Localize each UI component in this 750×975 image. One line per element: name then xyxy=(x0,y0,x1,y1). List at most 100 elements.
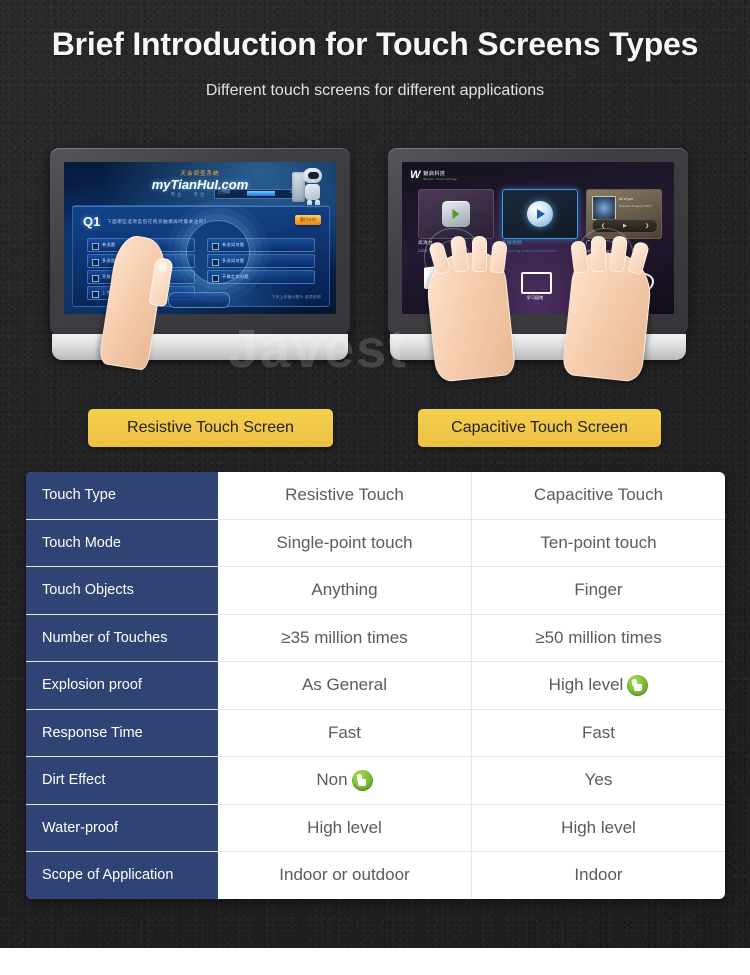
table-cell-value: Non xyxy=(316,770,348,790)
survey-progress-label: 已完成 xyxy=(218,189,230,194)
table-cell-capacitive: Fast xyxy=(471,709,725,756)
table-cell-value: Indoor xyxy=(574,865,623,885)
table-cell-value: Fast xyxy=(327,722,362,742)
table-row: Number of Touches ≥35 million times ≥50 mi… xyxy=(26,614,725,662)
comparison-table: Touch Type Resistive Touch Capacitive Touc… xyxy=(26,472,725,899)
table-cell-capacitive: Finger xyxy=(471,567,725,614)
finger xyxy=(591,236,606,272)
table-cell-resistive: Indoor or outdoor xyxy=(218,852,471,899)
survey-next-button[interactable] xyxy=(168,292,230,308)
table-row-label: Touch Type xyxy=(26,472,218,519)
table-cell-value: Yes xyxy=(584,770,613,790)
table-row: Scope of Application Indoor or outdoor Ind… xyxy=(26,852,725,899)
media-tile-streaming[interactable] xyxy=(502,189,578,239)
robot-visor xyxy=(308,172,319,179)
table-row: Response Time Fast Fast xyxy=(26,709,725,757)
checkbox-icon[interactable] xyxy=(92,290,99,298)
resistive-monitor-screen: 天会调查系统 myTianHuI.com 专业 · 专注 · 贴心 已完成 30… xyxy=(64,162,336,314)
nav-item-learning[interactable]: 学习园地 xyxy=(518,268,552,300)
fingernail xyxy=(157,262,168,273)
table-cell-value: Fast xyxy=(581,722,616,742)
table-cell-capacitive: ≥50 million times xyxy=(471,614,725,661)
table-row-label: Scope of Application xyxy=(26,852,218,899)
table-cell-value: Indoor or outdoor xyxy=(279,865,410,885)
table-row: Dirt Effect Non Yes xyxy=(26,757,725,805)
table-cell-capacitive: Ten-point touch xyxy=(471,519,725,566)
table-cell-value: Ten-point touch xyxy=(540,532,657,552)
finger xyxy=(472,236,487,272)
table-cell-resistive: Anything xyxy=(218,567,471,614)
next-icon[interactable]: ❯ xyxy=(645,223,649,229)
checkbox-icon[interactable] xyxy=(92,258,99,266)
table-cell-resistive: ≥35 million times xyxy=(218,615,471,662)
play-icon[interactable] xyxy=(527,201,553,227)
table-cell-value: ≥35 million times xyxy=(281,627,408,647)
media-tile-subcaption: Streaming video entertainment xyxy=(502,249,557,253)
thumbs-up-icon xyxy=(627,674,649,696)
album-art-icon xyxy=(592,196,616,220)
page-subtitle: Different touch screens for different ap… xyxy=(205,82,545,99)
table-cell-resistive: Resistive Touch xyxy=(218,472,471,519)
survey-brand-cn: 天会调查系统 xyxy=(180,171,220,177)
table-row: Explosion proof As General High level xyxy=(26,662,725,710)
table-row: Touch Mode Single-point touch Ten-point to… xyxy=(26,519,725,567)
play-pause-icon[interactable]: ▶ xyxy=(623,223,627,229)
resistive-monitor-base xyxy=(52,334,348,360)
survey-question-number: Q1 xyxy=(83,214,101,229)
table-row-label: Response Time xyxy=(26,709,218,756)
table-row: Water-proof High level High level xyxy=(26,804,725,852)
table-cell-resistive: High level xyxy=(218,805,471,852)
table-cell-value: ≥50 million times xyxy=(535,627,662,647)
resistive-monitor: 天会调查系统 myTianHuI.com 专业 · 专注 · 贴心 已完成 30… xyxy=(50,148,350,363)
wuxin-logo-cn: 魅启科技 xyxy=(423,171,446,177)
table-cell-value: Finger xyxy=(574,580,623,600)
table-row-label: Number of Touches xyxy=(26,614,218,661)
survey-question-text: 下面哪些选项是您在购买触摸屏时最关注的？ xyxy=(107,219,209,224)
table-cell-capacitive: High level xyxy=(471,804,725,851)
table-cell-capacitive: High level xyxy=(471,662,725,709)
table-cell-value: Anything xyxy=(311,580,378,600)
thumbs-up-icon xyxy=(351,769,373,791)
table-cell-resistive: Fast xyxy=(218,710,471,757)
table-row-label: Touch Mode xyxy=(26,519,218,566)
table-cell-value: High level xyxy=(561,817,636,837)
album-title: All of you xyxy=(619,197,633,201)
wuxin-logo-mark: W xyxy=(410,169,421,181)
table-row: Touch Objects Anything Finger xyxy=(26,567,725,615)
table-cell-value: As General xyxy=(301,675,388,695)
table-row-label: Water-proof xyxy=(26,804,218,851)
album-subtitle: Beautiful Tragedy (2007) xyxy=(619,204,652,208)
table-cell-resistive: Non xyxy=(218,757,471,804)
survey-app-screen: 天会调查系统 myTianHuI.com 专业 · 专注 · 贴心 已完成 30… xyxy=(64,162,336,314)
page-title: Brief Introduction for Touch Screens Typ… xyxy=(51,26,699,62)
video-box-icon xyxy=(442,201,470,227)
table-cell-capacitive: Yes xyxy=(471,757,725,804)
table-row-label: Dirt Effect xyxy=(26,757,218,804)
table-cell-value: Resistive Touch xyxy=(285,485,404,505)
table-row-label: Touch Objects xyxy=(26,567,218,614)
table-cell-capacitive: Capacitive Touch xyxy=(471,472,725,519)
folder-icon xyxy=(521,272,552,294)
table-cell-value: Single-point touch xyxy=(276,532,413,552)
survey-footnote: 下页上手指小提示·选项说明 xyxy=(271,295,321,299)
capacitive-label-pill[interactable]: Capacitive Touch Screen xyxy=(418,409,661,447)
nav-item-label: 学习园地 xyxy=(526,295,544,300)
table-cell-resistive: Single-point touch xyxy=(218,520,471,567)
resistive-monitor-bezel: 天会调查系统 myTianHuI.com 专业 · 专注 · 贴心 已完成 30… xyxy=(50,148,350,336)
checkbox-icon[interactable] xyxy=(92,274,99,282)
table-cell-value: High level xyxy=(548,675,624,695)
touch-ripple-icon xyxy=(186,220,250,284)
robot-body xyxy=(305,184,320,200)
table-row: Touch Type Resistive Touch Capacitive Touc… xyxy=(26,472,725,520)
table-cell-capacitive: Indoor xyxy=(471,852,725,899)
wuxin-logo: W 魅启科技 Wuxin Technology xyxy=(410,169,457,182)
table-row-label: Explosion proof xyxy=(26,662,218,709)
checkbox-icon[interactable] xyxy=(92,242,99,250)
resistive-label-pill[interactable]: Resistive Touch Screen xyxy=(88,409,333,447)
table-cell-value: High level xyxy=(307,817,382,837)
table-cell-value: Capacitive Touch xyxy=(533,485,664,505)
survey-option-label: 单选题 xyxy=(102,242,116,247)
survey-progress-fill xyxy=(247,191,275,196)
table-cell-resistive: As General xyxy=(218,662,471,709)
survey-timer-badge[interactable]: 题目计时 xyxy=(295,215,321,225)
